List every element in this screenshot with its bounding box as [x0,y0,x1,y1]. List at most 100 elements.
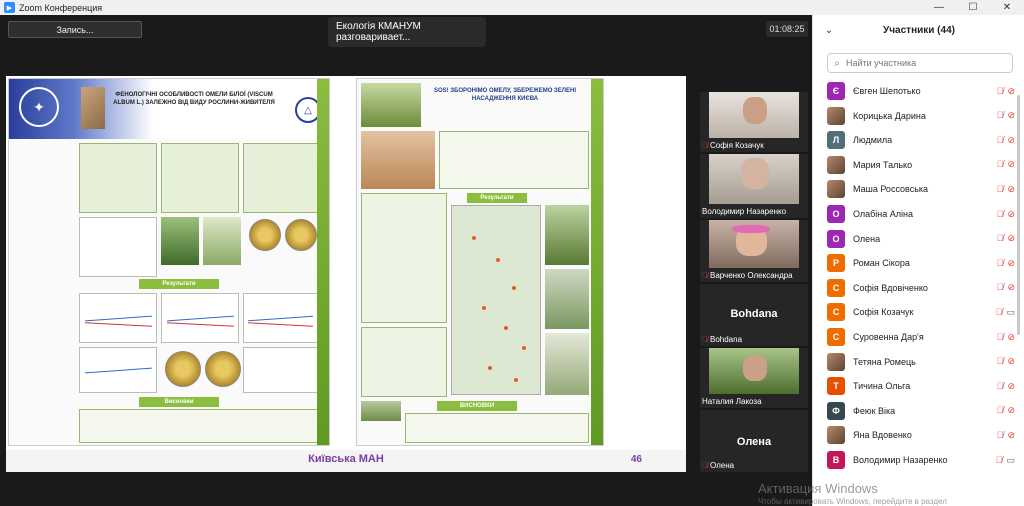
slide-footer-title: Київська МАН [308,453,384,465]
participant-name: Мария Талько [853,159,913,170]
poster2-photo-hands [361,131,435,189]
poster1-results-heading: Результати [139,279,219,289]
participant-name: Олабіна Аліна [853,209,914,219]
avatar: С [827,278,845,297]
mic-off-icon: 🎙̸ [995,306,1003,317]
participant-name: Володимир Назаренко [853,455,948,465]
camera-off-icon: ⊘ [1007,282,1015,293]
record-button[interactable]: Запись... [8,21,142,38]
participant-row[interactable]: Л Людмила 🎙̸ ⊘ [813,128,1024,152]
video-tile[interactable]: 🎙̸ Варченко Олександра [700,220,808,282]
mic-off-icon: 🎙̸ [996,134,1004,145]
avatar: Т [827,377,845,396]
participant-status-icons: 🎙̸ ⊘ [985,258,1015,269]
close-icon[interactable]: ✕ [990,0,1024,15]
participant-name: Євген Шепотько [853,86,921,96]
poster1-side-stripe [317,79,329,445]
video-tile[interactable]: Володимир Назаренко [700,154,808,218]
participant-row[interactable]: Т Тичина Ольга 🎙̸ ⊘ [813,374,1024,398]
video-tile[interactable]: Наталия Лакоза [700,348,808,408]
mic-off-icon: 🎙̸ [996,429,1004,440]
poster1-chart [79,293,157,343]
slide-footer: Київська МАН 46 [6,450,686,472]
avatar [827,352,845,371]
camera-off-icon: ⊘ [1007,233,1015,244]
poster2-photo-trees [545,269,589,329]
participant-status-icons: 🎙̸ ▭ [985,307,1015,318]
participant-row[interactable]: В Володимир Назаренко 🎙̸ ▭ [813,448,1024,472]
participant-row[interactable]: С Софія Вдовіченко 🎙̸ ⊘ [813,276,1024,300]
participant-row[interactable]: Ф Феюк Віка 🎙̸ ⊘ [813,399,1024,423]
camera-off-icon: ⊘ [1007,257,1015,268]
participant-row[interactable]: Р Роман Сікора 🎙̸ ⊘ [813,251,1024,275]
camera-off-icon: ⊘ [1007,159,1015,170]
camera-off-icon: ⊘ [1007,429,1015,440]
participant-row[interactable]: Тетяна Ромець 🎙̸ ⊘ [813,350,1024,374]
participant-row[interactable]: Яна Вдовенко 🎙̸ ⊘ [813,423,1024,447]
window-title: Zoom Конференция [19,2,103,13]
video-tile[interactable]: 🎙̸ Софія Козачук [700,92,808,152]
poster2-recommendations-box [361,327,447,397]
participant-name: Тичина Ольга [853,381,911,392]
video-tile[interactable]: Олена 🎙̸ Олена [700,410,808,472]
participant-row[interactable]: С Софія Козачук 🎙̸ ▭ [813,300,1024,324]
windows-activation-watermark: Активация Windows [758,481,878,496]
windows-activation-subtitle: Чтобы активировать Windows, перейдите в … [758,497,947,506]
poster2-title: SOS! ЗБОРОНІМО ОМЕЛУ, ЗБЕРЕЖЕМО ЗЕЛЕНІ Н… [433,88,577,102]
slide-page-number: 46 [630,454,642,465]
camera-off-icon: ⊘ [1007,331,1015,342]
chevron-down-icon[interactable]: ⌄ [819,25,839,36]
mic-off-icon: 🎙̸ [996,331,1004,342]
poster1-photo-tree [161,217,199,265]
participant-search-input[interactable] [846,58,1006,68]
participant-row[interactable]: Корицька Дарина 🎙̸ ⊘ [813,104,1024,128]
participant-name: Суровенна Дар'я [853,332,924,342]
camera-off-icon: ⊘ [1007,183,1015,194]
camera-icon: ▭ [1006,454,1015,465]
avatar: Р [827,254,845,273]
poster1-box-tasks [243,143,319,213]
poster2-photo-group [361,401,401,421]
participant-row[interactable]: Мария Талько 🎙̸ ⊘ [813,153,1024,177]
video-tile[interactable]: Bohdana 🎙̸ Bohdana [700,284,808,346]
mic-off-icon: 🎙̸ [996,159,1004,170]
meeting-timer: 01:08:25 [766,21,808,37]
participants-scrollbar[interactable] [1017,95,1020,335]
camera-off-icon: ⊘ [1007,208,1015,219]
tile-name-label: 🎙̸ Варченко Олександра [702,271,793,280]
participant-status-icons: 🎙̸ ⊘ [985,356,1015,367]
participant-row[interactable]: Маша Россовська 🎙̸ ⊘ [813,177,1024,201]
poster2-results-heading: Результати [467,193,527,203]
participant-search[interactable]: ⌕ [827,53,1013,73]
mic-off-icon: 🎙̸ [702,141,708,150]
speaker-banner: Екологія КМАНУМ разговаривает... [328,17,486,47]
participant-row[interactable]: С Суровенна Дар'я 🎙̸ ⊘ [813,325,1024,349]
participant-row[interactable]: О Олена 🎙̸ ⊘ [813,227,1024,251]
poster1-table [79,217,157,277]
poster2-map [451,205,541,395]
avatar: О [827,229,845,248]
avatar [827,106,845,125]
video-feed [708,220,800,268]
minimize-icon[interactable]: — [922,0,956,15]
avatar: Ф [827,401,845,420]
mic-off-icon: 🎙̸ [996,183,1004,194]
poster1-conclusions-heading: Висновки [139,397,219,407]
participant-row[interactable]: О Олабіна Аліна 🎙̸ ⊘ [813,202,1024,226]
mic-off-icon: 🎙̸ [702,461,708,470]
poster1-petri-dish [285,219,317,251]
maximize-icon[interactable]: ☐ [956,0,990,15]
avatar: С [827,303,845,322]
poster2-photo-trees [545,205,589,265]
camera-off-icon: ⊘ [1007,356,1015,367]
avatar: В [827,451,845,469]
participants-header: ⌄ Участники (44) [813,15,1024,45]
participant-name: Корицька Дарина [853,110,926,121]
poster1-petri-dish [165,351,201,387]
participant-name: Людмила [853,135,893,146]
avatar [827,155,845,174]
poster2-intro-box [439,131,589,189]
participant-row[interactable]: Є Євген Шепотько 🎙̸ ⊘ [813,79,1024,103]
poster2-conclusions-heading: ВИСНОВКИ [437,401,517,411]
avatar [827,180,845,199]
